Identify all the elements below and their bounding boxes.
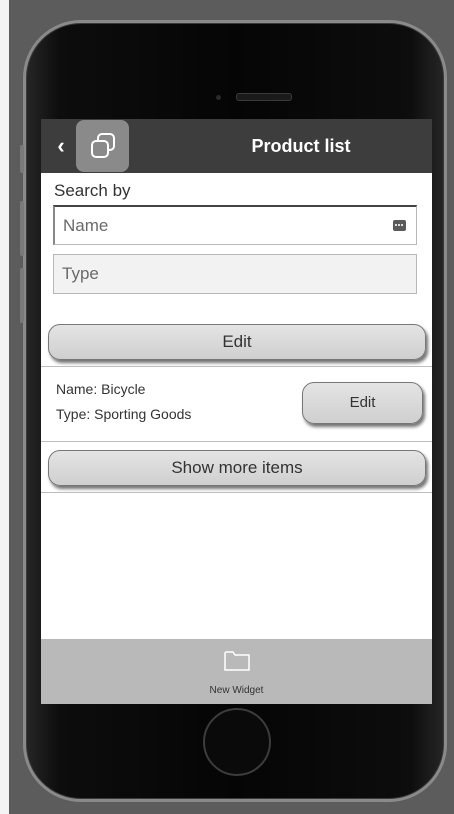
- app-screen: ‹ Product list Search by Name Type Edit …: [41, 119, 432, 704]
- chevron-left-icon: ‹: [57, 133, 65, 158]
- name-placeholder: Name: [63, 216, 109, 235]
- show-more-button[interactable]: Show more items: [48, 450, 426, 486]
- keyboard-icon[interactable]: [393, 220, 406, 231]
- back-button[interactable]: ‹: [51, 133, 71, 159]
- bottom-bar: New Widget: [41, 639, 432, 704]
- divider: [41, 441, 432, 442]
- page-title: Product list: [251, 136, 351, 156]
- front-camera: [216, 95, 221, 100]
- app-menu-button[interactable]: [76, 120, 129, 172]
- item-name: Name: Bicycle: [56, 381, 146, 397]
- name-field[interactable]: Name: [53, 205, 417, 245]
- volume-down-button: [20, 268, 24, 323]
- divider: [41, 492, 432, 493]
- earpiece-speaker: [236, 93, 292, 101]
- mute-switch: [20, 145, 24, 173]
- top-bar: ‹ Product list: [41, 119, 432, 173]
- item-type: Type: Sporting Goods: [56, 406, 192, 422]
- overlapping-squares-icon: [90, 133, 115, 158]
- volume-up-button: [20, 201, 24, 256]
- home-button[interactable]: [203, 708, 271, 776]
- search-label: Search by: [54, 181, 131, 200]
- item-edit-button[interactable]: Edit: [302, 382, 423, 424]
- edit-button[interactable]: Edit: [48, 324, 426, 360]
- type-placeholder: Type: [62, 264, 99, 283]
- divider: [41, 366, 432, 367]
- new-widget-label: New Widget: [209, 685, 264, 696]
- folder-icon: [224, 651, 250, 671]
- type-field[interactable]: Type: [53, 254, 417, 294]
